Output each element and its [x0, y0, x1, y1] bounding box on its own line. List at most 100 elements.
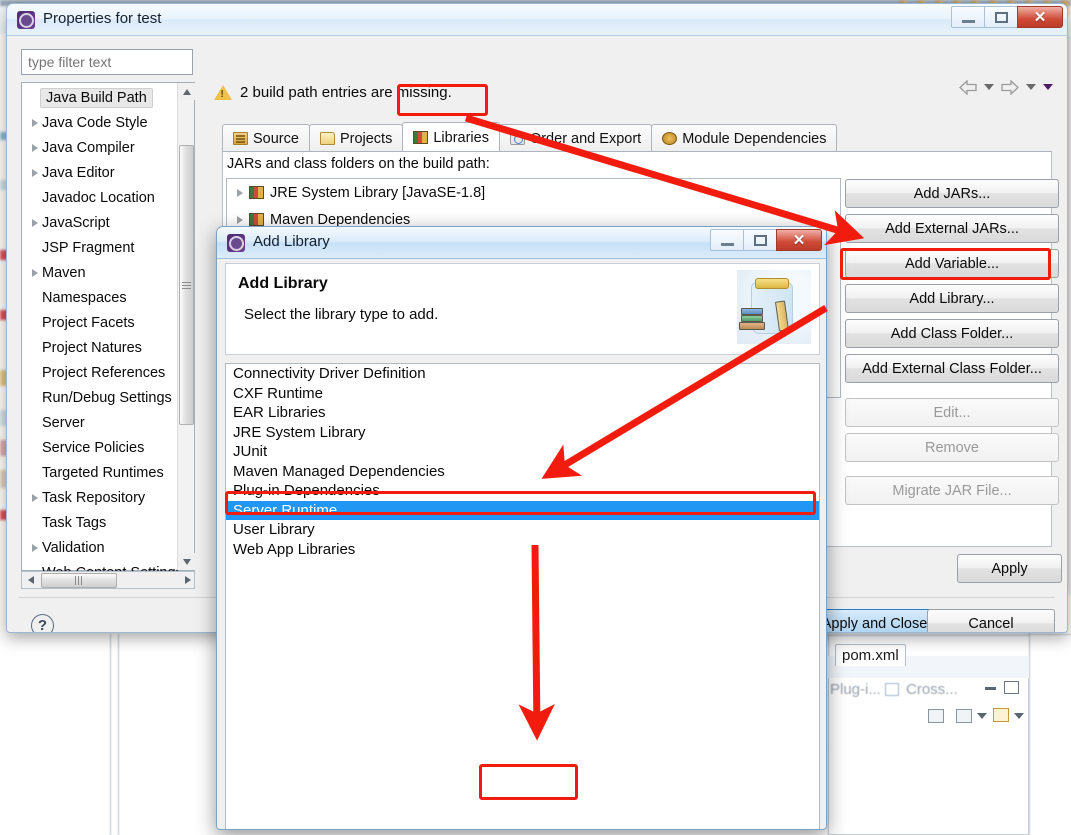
- expand-triangle-icon[interactable]: [28, 493, 42, 502]
- tree-item-jsp-fragment[interactable]: JSP Fragment: [22, 235, 179, 260]
- scroll-left-icon[interactable]: [22, 576, 39, 584]
- tree-item-java-code-style[interactable]: Java Code Style: [22, 110, 179, 135]
- library-type-web-app-libraries[interactable]: Web App Libraries: [226, 540, 819, 560]
- jar-list-item[interactable]: JRE System Library [JavaSE-1.8]: [227, 179, 840, 206]
- expand-triangle-icon[interactable]: [28, 268, 42, 277]
- tree-item-server[interactable]: Server: [22, 410, 179, 435]
- console-icon[interactable]: [956, 709, 972, 723]
- tree-item-java-editor[interactable]: Java Editor: [22, 160, 179, 185]
- maximize-icon[interactable]: [984, 6, 1018, 28]
- tab-label: Source: [253, 130, 299, 147]
- chevron-down-icon[interactable]: [1014, 713, 1024, 719]
- add-variable-button[interactable]: Add Variable...: [845, 249, 1059, 278]
- tree-item-validation[interactable]: Validation: [22, 535, 179, 560]
- help-question-icon[interactable]: ?: [31, 614, 54, 632]
- chevron-down-icon[interactable]: [984, 84, 994, 90]
- background-view-tab-1[interactable]: Cross...: [906, 681, 958, 698]
- tree-item-javadoc-location[interactable]: Javadoc Location: [22, 185, 179, 210]
- tab-libraries[interactable]: Libraries: [402, 122, 500, 152]
- libraries-action-buttons: Add JARs... Add External JARs... Add Varia…: [845, 179, 1059, 511]
- tree-horizontal-scrollbar[interactable]: [21, 571, 195, 589]
- tree-item-task-tags[interactable]: Task Tags: [22, 510, 179, 535]
- tree-item-project-facets[interactable]: Project Facets: [22, 310, 179, 335]
- tree-item-label: Server: [42, 414, 85, 431]
- add-library-heading: Add Library: [238, 275, 328, 292]
- library-type-plug-in-dependencies[interactable]: Plug-in Dependencies: [226, 481, 819, 501]
- tree-item-task-repository[interactable]: Task Repository: [22, 485, 179, 510]
- tab-order-and-export[interactable]: Order and Export: [498, 124, 653, 152]
- new-console-icon[interactable]: [993, 708, 1009, 722]
- tree-item-maven[interactable]: Maven: [22, 260, 179, 285]
- tree-item-service-policies[interactable]: Service Policies: [22, 435, 179, 460]
- expand-triangle-icon[interactable]: [237, 188, 243, 197]
- remove-button: Remove: [845, 433, 1059, 462]
- scroll-down-icon[interactable]: [178, 553, 195, 570]
- cancel-button[interactable]: Cancel: [927, 609, 1055, 632]
- tab-source[interactable]: Source: [222, 124, 310, 152]
- tree-scroll-thumb[interactable]: [179, 145, 194, 425]
- filter-input[interactable]: [21, 49, 193, 75]
- library-type-cxf-runtime[interactable]: CXF Runtime: [226, 384, 819, 404]
- expand-triangle-icon[interactable]: [237, 215, 243, 224]
- library-type-connectivity-driver-definition[interactable]: Connectivity Driver Definition: [226, 364, 819, 384]
- tree-item-run-debug-settings[interactable]: Run/Debug Settings: [22, 385, 179, 410]
- chevron-down-icon[interactable]: [1026, 84, 1036, 90]
- tab-label: Order and Export: [529, 130, 642, 147]
- expand-triangle-icon[interactable]: [28, 218, 42, 227]
- view-menu-chevron-icon[interactable]: [1043, 84, 1053, 90]
- apply-button[interactable]: Apply: [957, 554, 1062, 583]
- library-type-ear-libraries[interactable]: EAR Libraries: [226, 403, 819, 423]
- background-divider-v2: [118, 634, 119, 835]
- maximize-view-icon[interactable]: [1004, 681, 1019, 694]
- eclipse-icon: [227, 234, 245, 252]
- tree-item-label: JSP Fragment: [42, 239, 135, 256]
- tree-item-label: Javadoc Location: [42, 189, 155, 206]
- library-type-list[interactable]: Connectivity Driver Definition CXF Runtim…: [225, 363, 820, 829]
- tree-item-project-references[interactable]: Project References: [22, 360, 179, 385]
- library-type-junit[interactable]: JUnit: [226, 442, 819, 462]
- add-class-folder-button[interactable]: Add Class Folder...: [845, 319, 1059, 348]
- add-external-class-folder-button[interactable]: Add External Class Folder...: [845, 354, 1059, 383]
- tree-vertical-scrollbar[interactable]: [177, 83, 195, 570]
- tree-hscroll-thumb[interactable]: [41, 572, 117, 588]
- tree-item-label: Java Build Path: [40, 87, 153, 108]
- chevron-down-icon[interactable]: [977, 713, 987, 719]
- background-editor-tab-pom[interactable]: pom.xml: [835, 644, 906, 666]
- close-icon[interactable]: ✕: [1017, 6, 1063, 28]
- library-type-server-runtime[interactable]: Server Runtime: [226, 500, 819, 520]
- tree-item-javascript[interactable]: JavaScript: [22, 210, 179, 235]
- back-arrow-icon[interactable]: [959, 80, 977, 95]
- minimize-icon[interactable]: [710, 229, 744, 251]
- library-type-user-library[interactable]: User Library: [226, 520, 819, 540]
- expand-triangle-icon[interactable]: [28, 543, 42, 552]
- library-type-jre-system-library[interactable]: JRE System Library: [226, 423, 819, 443]
- tree-item-project-natures[interactable]: Project Natures: [22, 335, 179, 360]
- tree-item-java-compiler[interactable]: Java Compiler: [22, 135, 179, 160]
- background-view-tab-0[interactable]: Plug-i...: [830, 681, 881, 698]
- minimize-view-icon[interactable]: [985, 687, 996, 690]
- tab-projects[interactable]: Projects: [308, 124, 404, 152]
- close-icon[interactable]: ✕: [776, 229, 822, 251]
- link-editor-icon[interactable]: [928, 709, 944, 723]
- scroll-right-icon[interactable]: [185, 576, 191, 584]
- add-external-jars-button[interactable]: Add External JARs...: [845, 214, 1059, 243]
- tree-item-java-build-path[interactable]: Java Build Path: [22, 85, 179, 110]
- forward-arrow-icon[interactable]: [1001, 80, 1019, 95]
- minimize-icon[interactable]: [951, 6, 985, 28]
- add-library-titlebar[interactable]: Add Library ✕: [217, 227, 826, 259]
- tree-item-namespaces[interactable]: Namespaces: [22, 285, 179, 310]
- tab-module-dependencies[interactable]: Module Dependencies: [651, 124, 838, 152]
- tree-item-targeted-runtimes[interactable]: Targeted Runtimes: [22, 460, 179, 485]
- expand-triangle-icon[interactable]: [28, 143, 42, 152]
- jar-list-item-label: JRE System Library [JavaSE-1.8]: [270, 184, 486, 201]
- library-type-maven-managed-dependencies[interactable]: Maven Managed Dependencies: [226, 462, 819, 482]
- properties-titlebar[interactable]: Properties for test ✕: [7, 4, 1067, 36]
- add-jars-button[interactable]: Add JARs...: [845, 179, 1059, 208]
- expand-triangle-icon[interactable]: [28, 118, 42, 127]
- add-library-button[interactable]: Add Library...: [845, 284, 1059, 313]
- tree-item-label: Targeted Runtimes: [42, 464, 164, 481]
- maximize-icon[interactable]: [743, 229, 777, 251]
- edit-button: Edit...: [845, 398, 1059, 427]
- scroll-up-icon[interactable]: [178, 83, 195, 100]
- expand-triangle-icon[interactable]: [28, 168, 42, 177]
